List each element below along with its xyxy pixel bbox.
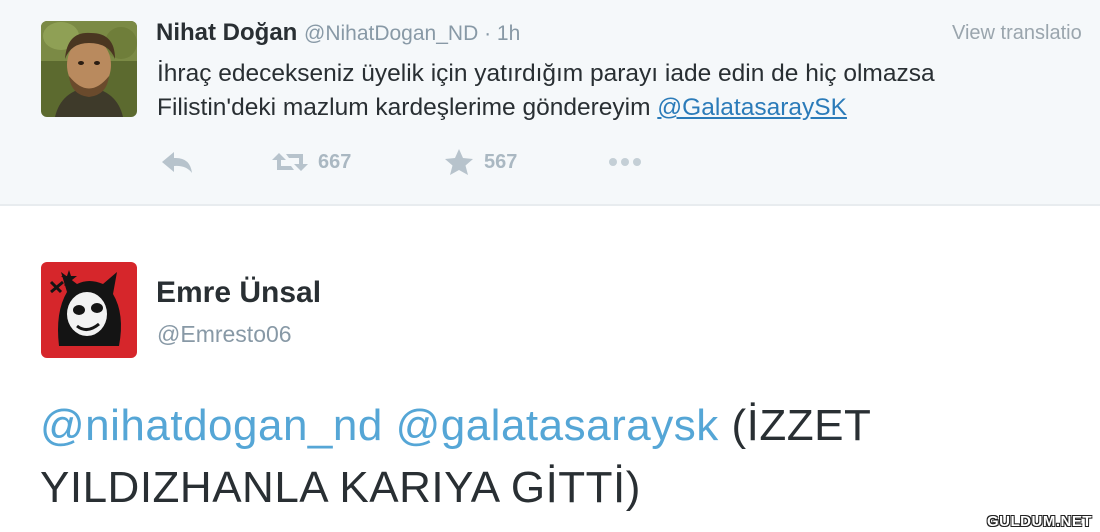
timestamp[interactable]: 1h — [497, 22, 520, 45]
favorite-count: 567 — [484, 150, 518, 173]
author-handle[interactable]: @NihatDogan_ND — [304, 22, 478, 45]
reply-button[interactable] — [160, 146, 194, 178]
reply-icon — [162, 152, 192, 173]
avatar[interactable] — [41, 21, 137, 117]
screenshot: Nihat Doğan @NihatDogan_ND · 1h View tra… — [0, 0, 1100, 532]
mention-link[interactable]: @nihatdogan_nd — [40, 401, 383, 450]
mention-link[interactable]: @GalatasaraySK — [657, 94, 847, 121]
separator: · — [478, 22, 497, 45]
star-icon — [445, 149, 473, 175]
tweet-nihat-dogan[interactable]: Nihat Doğan @NihatDogan_ND · 1h View tra… — [0, 0, 1100, 206]
tweet-actions: 667 567 — [160, 146, 760, 178]
favorite-button[interactable]: 567 — [444, 146, 517, 178]
tweet-text-line-1: İhraç edecekseniz üyelik için yatırdığım… — [157, 60, 935, 87]
watermark: GULDUM.NET — [987, 513, 1092, 530]
mention-link[interactable]: @galatasaraysk — [396, 401, 719, 450]
retweet-icon — [272, 153, 308, 171]
retweet-count: 667 — [318, 150, 352, 173]
view-translation-link[interactable]: View translatio — [952, 22, 1082, 45]
author-name[interactable]: Emre Ünsal — [156, 276, 321, 310]
avatar[interactable] — [41, 262, 137, 358]
author-handle[interactable]: @Emresto06 — [157, 321, 292, 348]
avatar-photo — [41, 21, 137, 117]
tweet-text: İhraç edecekseniz üyelik için yatırdığım… — [157, 57, 1077, 125]
more-dots-icon — [609, 158, 641, 166]
tweet-header: Nihat Doğan @NihatDogan_ND · 1h — [156, 18, 520, 49]
tweet-text-line-2: Filistin'deki mazlum kardeşlerime gönder… — [157, 94, 658, 121]
author-name[interactable]: Nihat Doğan — [156, 19, 297, 46]
tweet-text: @nihatdogan_nd @galatasaraysk (İZZET YIL… — [40, 395, 1090, 519]
retweet-button[interactable]: 667 — [272, 146, 351, 178]
more-button[interactable] — [607, 146, 643, 178]
avatar-image — [41, 262, 137, 358]
